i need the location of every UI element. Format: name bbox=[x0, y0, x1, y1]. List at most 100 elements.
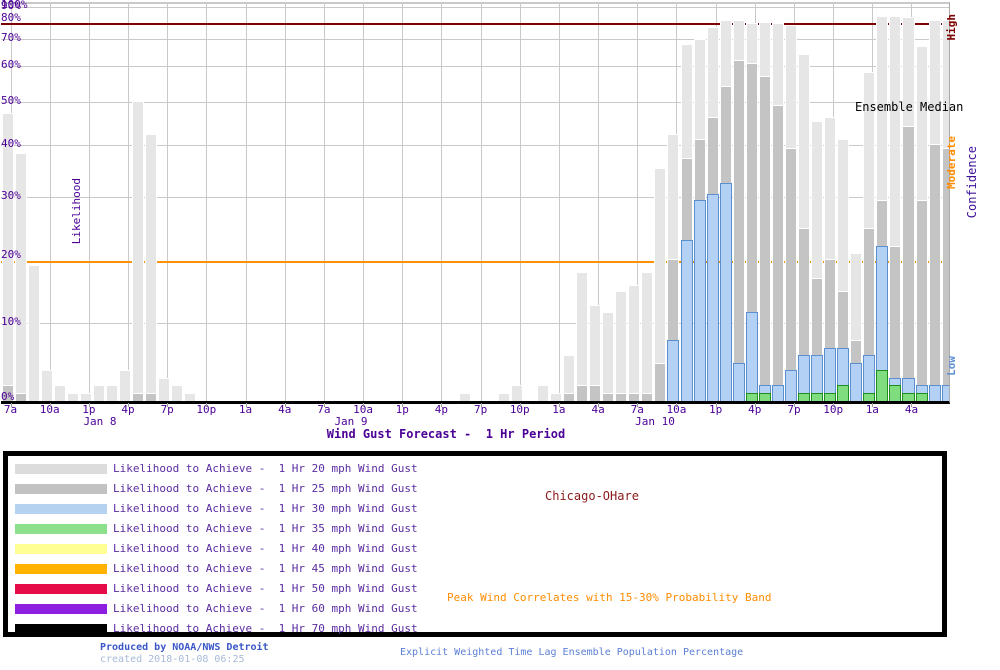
x-date-label: Jan 8 bbox=[83, 415, 116, 428]
wind-gust-forecast-chart: 0%10%20%30%40%50%60%70%80%90%100% 7a10a1… bbox=[0, 0, 1000, 670]
legend-swatch bbox=[15, 604, 107, 614]
bar-25-mph bbox=[563, 393, 575, 401]
gridline-v bbox=[285, 3, 286, 401]
bar-25-mph bbox=[772, 105, 784, 401]
bar-20-mph bbox=[28, 265, 40, 401]
legend-label: Likelihood to Achieve - 1 Hr 35 mph Wind… bbox=[113, 522, 418, 535]
bar-35-mph bbox=[824, 393, 836, 401]
bar-20-mph bbox=[511, 385, 523, 401]
x-axis-tick bbox=[559, 403, 560, 407]
legend-label: Likelihood to Achieve - 1 Hr 40 mph Wind… bbox=[113, 542, 418, 555]
x-axis-tick bbox=[716, 403, 717, 407]
bar-25-mph bbox=[576, 385, 588, 401]
footer-created-timestamp: created 2018-01-08 06:25 bbox=[100, 654, 245, 665]
x-axis-tick bbox=[833, 403, 834, 407]
y-tick-label: 60% bbox=[1, 59, 21, 71]
bar-35-mph bbox=[759, 393, 771, 401]
bar-35-mph bbox=[837, 385, 849, 401]
footer-produced-by: Produced by NOAA/NWS Detroit bbox=[100, 642, 269, 653]
bar-20-mph bbox=[132, 101, 144, 401]
x-axis-tick bbox=[637, 403, 638, 407]
bar-30-mph bbox=[772, 385, 784, 401]
legend-row: Likelihood to Achieve - 1 Hr 20 mph Wind… bbox=[8, 461, 942, 481]
bar-20-mph bbox=[615, 291, 627, 401]
x-date-label: Jan 10 bbox=[635, 415, 675, 428]
confidence-axis-label: Confidence bbox=[965, 146, 979, 218]
bar-25-mph bbox=[902, 126, 914, 402]
threshold-line-high-confidence bbox=[1, 23, 949, 25]
x-axis-tick bbox=[911, 403, 912, 407]
legend-swatch bbox=[15, 524, 107, 534]
bar-20-mph bbox=[54, 385, 66, 401]
x-axis-tick bbox=[872, 403, 873, 407]
legend-swatch bbox=[15, 564, 107, 574]
x-axis-tick bbox=[363, 403, 364, 407]
legend-swatch bbox=[15, 504, 107, 514]
bar-20-mph bbox=[184, 393, 196, 401]
gridline-h bbox=[1, 39, 949, 40]
gridline-v bbox=[324, 3, 325, 401]
bar-25-mph bbox=[654, 363, 666, 402]
legend-swatch bbox=[15, 584, 107, 594]
bar-30-mph bbox=[707, 194, 719, 401]
x-axis-tick bbox=[50, 403, 51, 407]
confidence-low-label: Low bbox=[945, 356, 958, 376]
legend-label: Likelihood to Achieve - 1 Hr 25 mph Wind… bbox=[113, 482, 418, 495]
gridline-v bbox=[481, 3, 482, 401]
legend-label: Likelihood to Achieve - 1 Hr 30 mph Wind… bbox=[113, 502, 418, 515]
y-tick-label: 0% bbox=[1, 391, 14, 403]
bar-20-mph bbox=[106, 385, 118, 401]
bar-20-mph bbox=[550, 393, 562, 401]
bar-25-mph bbox=[929, 144, 941, 402]
gridline-v bbox=[50, 3, 51, 401]
gridline-v bbox=[559, 3, 560, 401]
gridline-v bbox=[89, 3, 90, 401]
bar-30-mph bbox=[785, 370, 797, 401]
bar-25-mph bbox=[785, 148, 797, 401]
legend-label: Likelihood to Achieve - 1 Hr 60 mph Wind… bbox=[113, 602, 418, 615]
legend-swatch bbox=[15, 464, 107, 474]
legend-label: Likelihood to Achieve - 1 Hr 50 mph Wind… bbox=[113, 582, 418, 595]
legend-swatch bbox=[15, 484, 107, 494]
footer-method: Explicit Weighted Time Lag Ensemble Popu… bbox=[400, 647, 743, 658]
y-tick-label: 50% bbox=[1, 95, 21, 107]
bar-20-mph bbox=[498, 393, 510, 401]
bar-20-mph bbox=[602, 312, 614, 401]
bar-25-mph bbox=[628, 393, 640, 401]
bar-30-mph bbox=[929, 385, 941, 401]
gridline-h bbox=[1, 3, 949, 4]
legend-box: Likelihood to Achieve - 1 Hr 20 mph Wind… bbox=[3, 451, 947, 637]
legend-row: Likelihood to Achieve - 1 Hr 25 mph Wind… bbox=[8, 481, 942, 501]
x-axis-tick bbox=[167, 403, 168, 407]
x-axis-tick bbox=[206, 403, 207, 407]
bar-20-mph bbox=[145, 134, 157, 401]
gridline-v bbox=[520, 3, 521, 401]
y-tick-label: 70% bbox=[1, 32, 21, 44]
correlation-note: Peak Wind Correlates with 15-30% Probabi… bbox=[447, 591, 772, 604]
bar-30-mph bbox=[942, 385, 950, 401]
bar-20-mph bbox=[576, 272, 588, 401]
legend-swatch bbox=[15, 544, 107, 554]
bar-20-mph bbox=[80, 393, 92, 401]
legend-row: Likelihood to Achieve - 1 Hr 45 mph Wind… bbox=[8, 561, 942, 581]
confidence-moderate-label: Moderate bbox=[945, 136, 958, 189]
bar-25-mph bbox=[733, 60, 745, 401]
legend-row: Likelihood to Achieve - 1 Hr 60 mph Wind… bbox=[8, 601, 942, 621]
bar-35-mph bbox=[863, 393, 875, 401]
bar-25-mph bbox=[759, 76, 771, 401]
bar-25-mph bbox=[615, 393, 627, 401]
x-axis-tick bbox=[89, 403, 90, 407]
gridline-v bbox=[402, 3, 403, 401]
x-axis-tick bbox=[441, 403, 442, 407]
gridline-v bbox=[441, 3, 442, 401]
legend-swatch bbox=[15, 624, 107, 634]
bar-25-mph bbox=[641, 393, 653, 401]
x-axis-tick bbox=[481, 403, 482, 407]
legend-row: Likelihood to Achieve - 1 Hr 35 mph Wind… bbox=[8, 521, 942, 541]
bar-25-mph bbox=[916, 200, 928, 401]
bar-35-mph bbox=[746, 393, 758, 401]
y-tick-label: 30% bbox=[1, 190, 21, 202]
legend-label: Likelihood to Achieve - 1 Hr 45 mph Wind… bbox=[113, 562, 418, 575]
x-axis-tick bbox=[11, 403, 12, 407]
bar-35-mph bbox=[902, 393, 914, 401]
